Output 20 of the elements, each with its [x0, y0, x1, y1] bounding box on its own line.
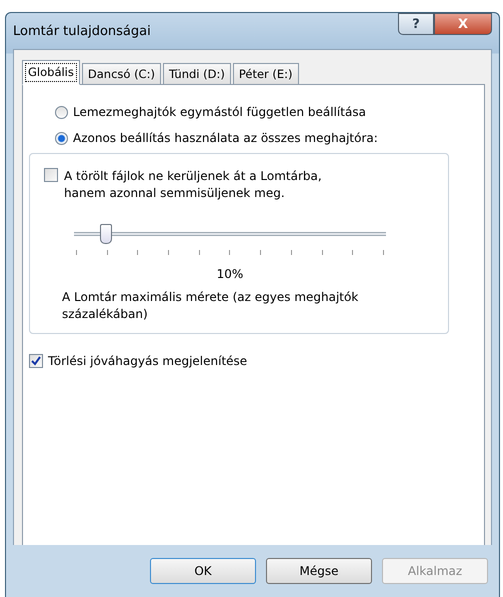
tab[interactable]: Tündi (D:)	[162, 63, 231, 85]
checkmark-icon	[31, 356, 41, 366]
dialog-button[interactable]: Mégse	[266, 558, 372, 584]
checkbox[interactable]	[44, 168, 58, 182]
radio-button[interactable]	[55, 132, 68, 144]
window-title: Lomtár tulajdonságai	[13, 24, 151, 38]
checkbox-label: A törölt fájlok ne kerüljenek át a Lomtárba, hanem azonnal semmisüljenek meg.	[64, 168, 323, 202]
checkbox-label: Törlési jóváhagyás megjelenítése	[48, 354, 248, 368]
slider-thumb[interactable]	[100, 224, 112, 244]
slider-caption: A Lomtár maximális mérete (az egyes meghajtók százalékában)	[62, 289, 360, 323]
radio-label: Azonos beállítás használata az összes meghajtóra:	[73, 131, 378, 145]
radio-button[interactable]	[55, 106, 68, 118]
tab[interactable]: Dancsó (C:)	[82, 63, 161, 85]
checkbox[interactable]	[29, 354, 43, 368]
tab[interactable]: Globális	[22, 60, 80, 85]
slider-value: 10%	[216, 267, 244, 281]
radio-label: Lemezmeghajtók egymástól független beállítása	[73, 105, 366, 119]
help-button[interactable]: ?	[398, 13, 434, 35]
dialog-button[interactable]: OK	[150, 558, 256, 584]
tab[interactable]: Péter (E:)	[232, 63, 299, 85]
